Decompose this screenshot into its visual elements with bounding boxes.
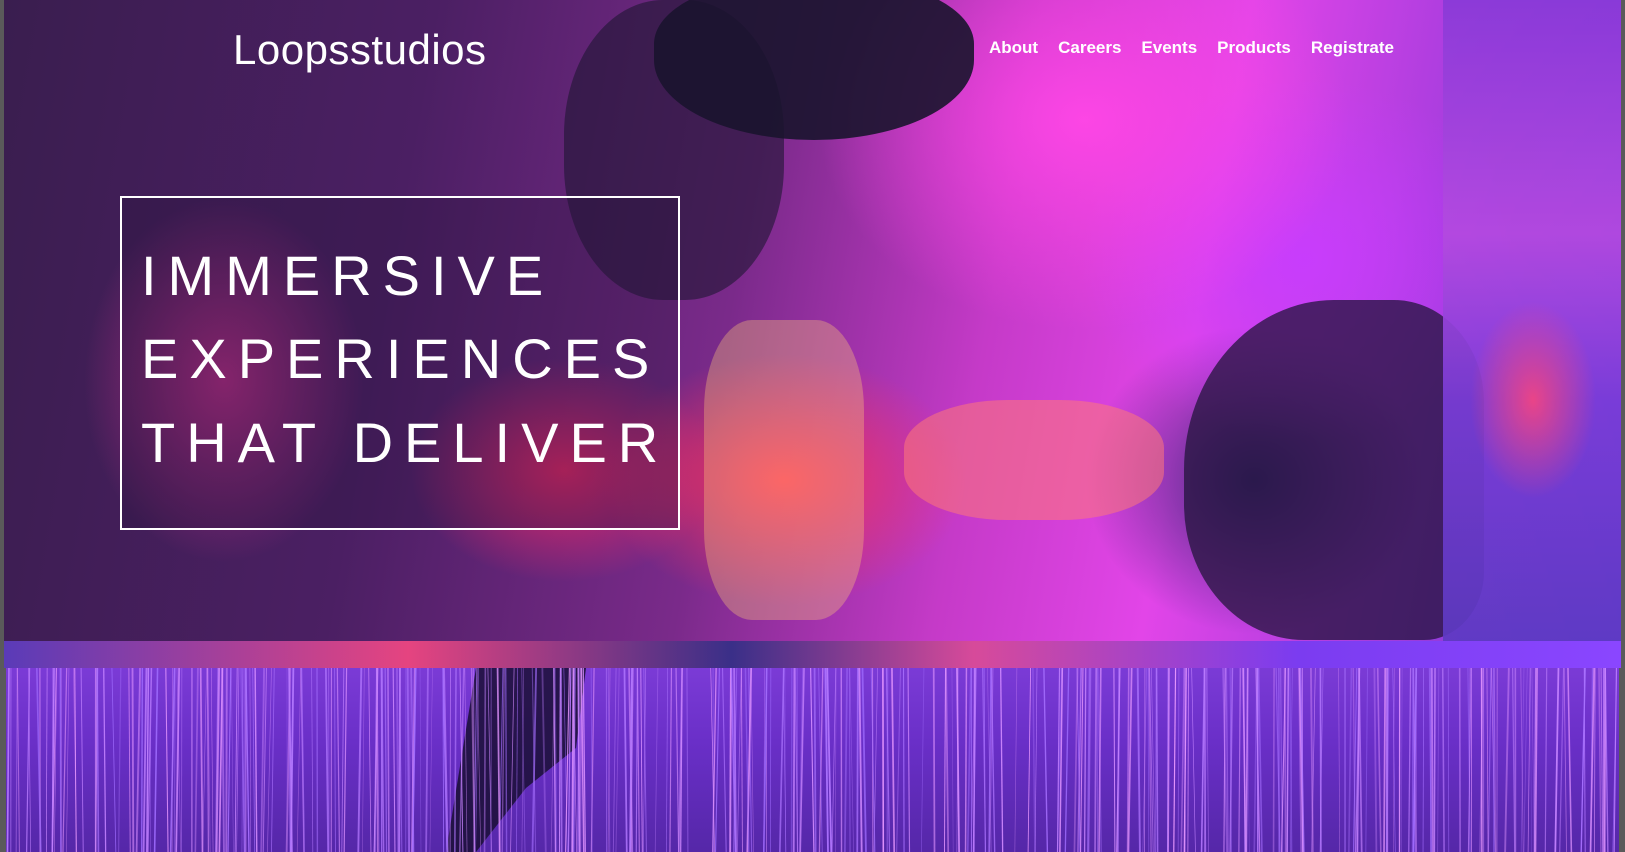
light-strands-image [6, 668, 1619, 852]
hero-bottom-band [4, 641, 1621, 668]
hero-headline-line: EXPERIENCES [141, 327, 661, 390]
nav-link-about[interactable]: About [989, 38, 1038, 58]
hero-image-shape [904, 400, 1164, 520]
hero-image-shape [1184, 300, 1484, 640]
light-strands-graphic [6, 668, 1618, 852]
nav-link-products[interactable]: Products [1217, 38, 1291, 58]
hero-headline-box: IMMERSIVE EXPERIENCES THAT DELIVER [120, 196, 680, 530]
page: Loopsstudios About Careers Events Produc… [0, 0, 1625, 852]
hero-headline-line: IMMERSIVE [141, 244, 555, 307]
hero-headline-line: THAT DELIVER [141, 411, 670, 474]
site-logo[interactable]: Loopsstudios [233, 26, 487, 74]
main-nav: About Careers Events Products Registrate [989, 38, 1394, 58]
nav-link-careers[interactable]: Careers [1058, 38, 1121, 58]
hero-image-shape [654, 0, 974, 140]
hero-side-panel [1443, 0, 1621, 668]
nav-link-registrate[interactable]: Registrate [1311, 38, 1394, 58]
hero-image-shape [704, 320, 864, 620]
nav-link-events[interactable]: Events [1141, 38, 1197, 58]
hero-section: Loopsstudios About Careers Events Produc… [4, 0, 1621, 668]
